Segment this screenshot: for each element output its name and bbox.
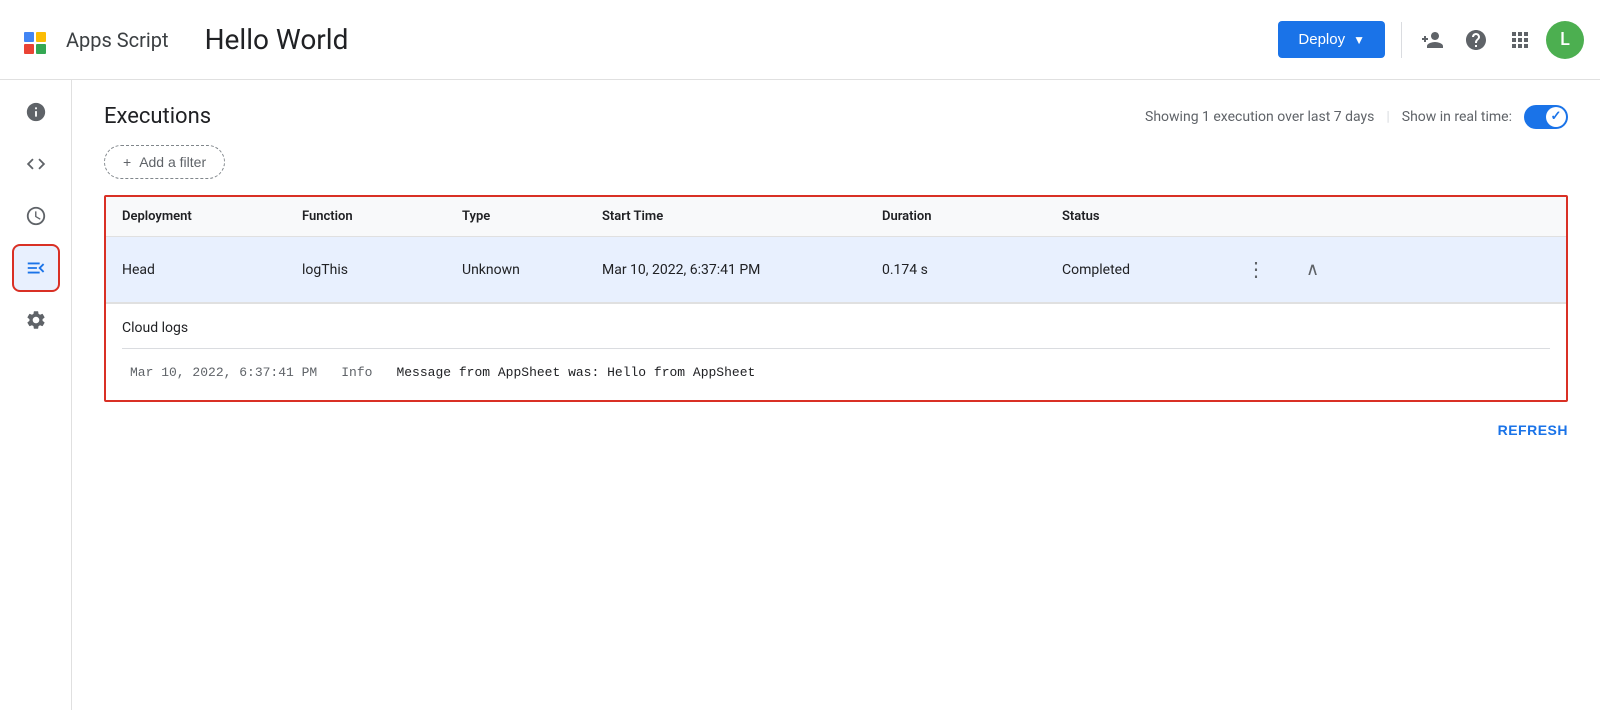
help-icon — [1464, 28, 1488, 52]
table-row: Head logThis Unknown Mar 10, 2022, 6:37:… — [106, 237, 1566, 303]
refresh-button[interactable]: REFRESH — [1498, 422, 1568, 438]
help-button[interactable] — [1454, 18, 1498, 62]
add-person-icon — [1420, 28, 1444, 52]
app-logo[interactable]: Apps Script — [16, 20, 193, 60]
executions-title: Executions — [104, 104, 211, 129]
sidebar — [0, 80, 72, 710]
col-start-time: Start Time — [602, 209, 882, 224]
cell-collapse: ∧ — [1302, 255, 1342, 284]
app-header: Apps Script Hello World Deploy ▼ L — [0, 0, 1600, 80]
toggle-check-icon: ✓ — [1551, 109, 1562, 124]
deploy-button[interactable]: Deploy ▼ — [1278, 21, 1385, 58]
add-filter-plus-icon: + — [123, 154, 131, 170]
info-pipe-divider: | — [1386, 109, 1389, 125]
main-content: Executions Showing 1 execution over last… — [72, 80, 1600, 710]
deploy-chevron-icon: ▼ — [1353, 33, 1365, 47]
log-divider — [122, 348, 1550, 349]
apps-script-logo-icon — [16, 20, 56, 60]
deploy-label: Deploy — [1298, 31, 1345, 48]
col-deployment: Deployment — [122, 209, 302, 224]
log-section: Cloud logs Mar 10, 2022, 6:37:41 PM Info… — [106, 303, 1566, 400]
log-message: Message from AppSheet was: Hello from Ap… — [396, 365, 755, 380]
col-actions — [1242, 209, 1302, 224]
filter-area: + Add a filter — [104, 145, 1568, 179]
info-icon — [25, 101, 47, 123]
project-name-label: Hello World — [205, 23, 349, 56]
realtime-label: Show in real time: — [1402, 109, 1512, 125]
sidebar-item-editor[interactable] — [12, 140, 60, 188]
apps-grid-button[interactable] — [1498, 18, 1542, 62]
settings-icon — [25, 309, 47, 331]
col-status: Status — [1062, 209, 1242, 224]
sidebar-item-settings[interactable] — [12, 296, 60, 344]
add-filter-label: Add a filter — [139, 154, 206, 170]
realtime-toggle-container: ✓ — [1524, 105, 1568, 129]
table-header-row: Deployment Function Type Start Time Dura… — [106, 197, 1566, 237]
cell-start-time: Mar 10, 2022, 6:37:41 PM — [602, 262, 882, 278]
row-more-options-button[interactable]: ⋮ — [1242, 253, 1270, 286]
clock-icon — [25, 205, 47, 227]
col-type: Type — [462, 209, 602, 224]
cloud-logs-title: Cloud logs — [122, 320, 1550, 336]
apps-grid-icon — [1508, 28, 1532, 52]
executions-header: Executions Showing 1 execution over last… — [104, 104, 1568, 129]
log-entry: Mar 10, 2022, 6:37:41 PM Info Message fr… — [122, 361, 1550, 384]
sidebar-item-executions[interactable] — [12, 244, 60, 292]
main-layout: Executions Showing 1 execution over last… — [0, 80, 1600, 710]
add-person-button[interactable] — [1410, 18, 1454, 62]
code-icon — [25, 153, 47, 175]
col-expand — [1302, 209, 1342, 224]
avatar-letter: L — [1560, 29, 1570, 50]
refresh-area: REFRESH — [104, 410, 1568, 450]
cell-type: Unknown — [462, 262, 602, 278]
cell-duration: 0.174 s — [882, 262, 1062, 278]
realtime-toggle[interactable]: ✓ — [1524, 105, 1568, 129]
app-name-label: Apps Script — [66, 28, 169, 52]
sidebar-item-overview[interactable] — [12, 88, 60, 136]
user-avatar[interactable]: L — [1546, 21, 1584, 59]
add-filter-button[interactable]: + Add a filter — [104, 145, 225, 179]
log-timestamp: Mar 10, 2022, 6:37:41 PM — [130, 365, 317, 380]
cell-function: logThis — [302, 262, 462, 278]
executions-icon — [25, 257, 47, 279]
sidebar-item-triggers[interactable] — [12, 192, 60, 240]
executions-info: Showing 1 execution over last 7 days | S… — [1145, 105, 1568, 129]
executions-summary: Showing 1 execution over last 7 days — [1145, 109, 1374, 125]
col-duration: Duration — [882, 209, 1062, 224]
toggle-knob: ✓ — [1546, 107, 1566, 127]
cell-deployment: Head — [122, 262, 302, 278]
col-function: Function — [302, 209, 462, 224]
header-vertical-divider — [1401, 22, 1402, 58]
log-level: Info — [341, 365, 372, 380]
row-collapse-button[interactable]: ∧ — [1302, 255, 1323, 284]
cell-more-actions: ⋮ — [1242, 253, 1302, 286]
executions-table-container: Deployment Function Type Start Time Dura… — [104, 195, 1568, 402]
cell-status: Completed — [1062, 262, 1242, 278]
